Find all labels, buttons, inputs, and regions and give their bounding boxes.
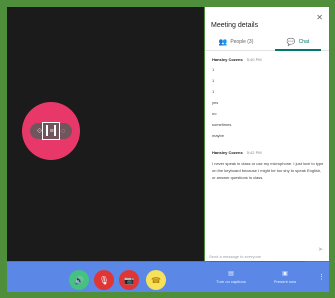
audio-button[interactable]: 🔊 xyxy=(69,270,89,290)
chat-line: sometimes xyxy=(212,122,232,127)
chat-message-text: I never speak in class or use my microph… xyxy=(212,161,324,180)
tab-people[interactable]: 👥 People (3) xyxy=(205,33,267,50)
message-time: 5:40 PM xyxy=(246,57,262,62)
chat-line: no xyxy=(212,111,217,116)
close-icon[interactable]: ✕ xyxy=(316,13,323,22)
phone-hangup-icon: ☎ xyxy=(151,275,161,285)
chat-icon: 💬 xyxy=(286,38,296,46)
sender-name: Hansley Cozens xyxy=(212,150,243,155)
message-sender: Hansley Cozens 5:42 PM xyxy=(212,150,324,155)
chat-input-row: ➤ xyxy=(209,245,325,262)
captions-label: Turn on captions xyxy=(216,279,246,284)
control-bar: 🔊 🎙 📷 ☎ ▤ Turn on captions ▣ Present now… xyxy=(7,262,329,292)
mute-icon[interactable]: ◌ xyxy=(61,128,65,135)
people-icon: 👥 xyxy=(218,38,228,46)
mic-button[interactable]: 🎙 xyxy=(94,270,114,290)
captions-icon: ▤ xyxy=(228,271,234,277)
chat-line: 1 xyxy=(212,89,215,94)
mic-off-icon: 🎙 xyxy=(98,275,110,285)
leave-call-button[interactable]: ☎ xyxy=(146,270,166,290)
present-label: Present now xyxy=(273,279,297,284)
chat-line: maybe xyxy=(212,133,225,138)
sender-name: Hansley Cozens xyxy=(212,57,243,62)
panel-header: Meeting details ✕ xyxy=(211,13,323,29)
camera-off-icon: 📷 xyxy=(124,275,134,285)
tab-chat[interactable]: 💬 Chat xyxy=(267,33,329,51)
captions-button[interactable]: ▤ Turn on captions xyxy=(213,270,249,284)
present-button[interactable]: ▣ Present now xyxy=(269,270,301,284)
send-icon[interactable]: ➤ xyxy=(318,246,323,253)
chat-messages: Hansley Cozens 5:40 PM 1 1 1 yes no somet… xyxy=(212,57,324,181)
camera-button[interactable]: 📷 xyxy=(119,270,139,290)
meeting-details-panel: Meeting details ✕ 👥 People (3) 💬 Chat Ha… xyxy=(205,7,329,262)
chat-input[interactable] xyxy=(209,252,305,262)
tab-people-label: People (3) xyxy=(230,38,254,45)
panel-title: Meeting details xyxy=(211,22,259,29)
message-sender: Hansley Cozens 5:40 PM xyxy=(212,57,324,62)
chat-line: 1 xyxy=(212,67,215,72)
focus-highlight xyxy=(42,122,60,140)
message-time: 5:42 PM xyxy=(246,150,262,155)
more-options-icon[interactable]: ⋮ xyxy=(318,273,325,281)
chat-line: 1 xyxy=(212,78,215,83)
present-icon: ▣ xyxy=(282,271,288,277)
panel-tabs: 👥 People (3) 💬 Chat xyxy=(205,33,329,51)
chat-line: yes xyxy=(212,100,219,105)
tab-chat-label: Chat xyxy=(298,38,310,45)
speaker-icon: 🔊 xyxy=(74,275,84,285)
